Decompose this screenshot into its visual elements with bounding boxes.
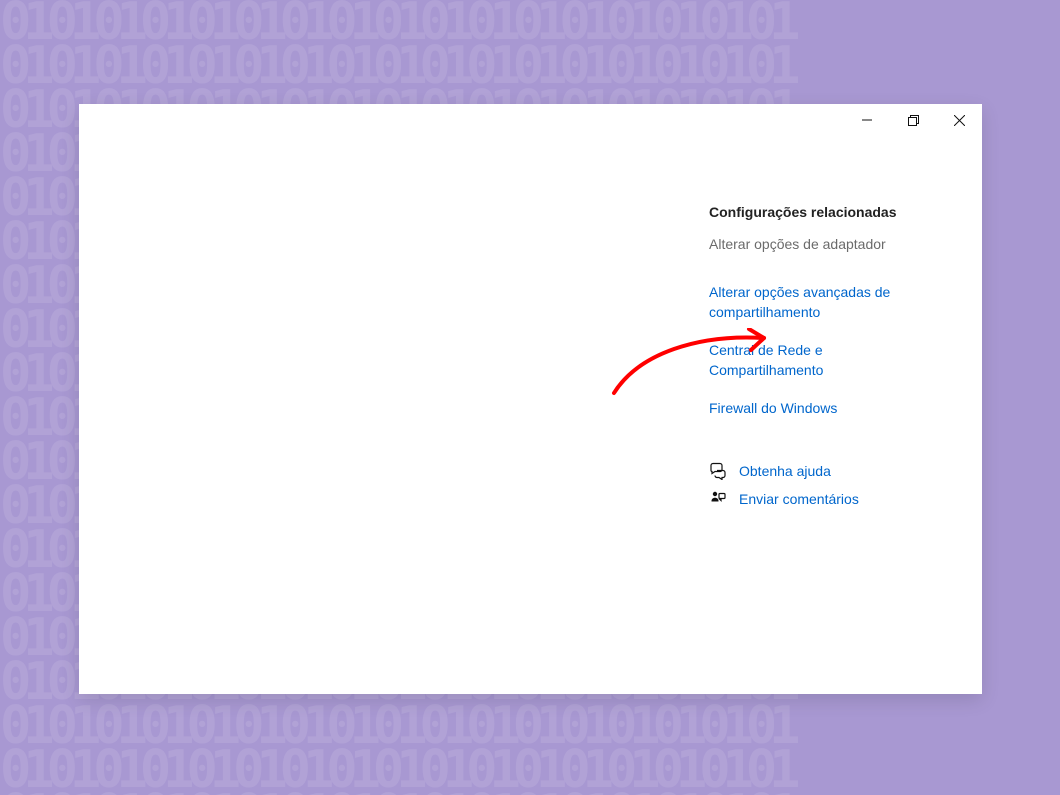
get-help-label: Obtenha ajuda — [739, 463, 831, 479]
link-windows-firewall[interactable]: Firewall do Windows — [709, 398, 934, 418]
link-advanced-sharing-options[interactable]: Alterar opções avançadas de compartilham… — [709, 282, 934, 322]
minimize-icon — [862, 115, 872, 125]
link-change-adapter-options[interactable]: Alterar opções de adaptador — [709, 234, 969, 254]
close-button[interactable] — [936, 105, 982, 135]
close-icon — [954, 115, 965, 126]
related-settings-heading: Configurações relacionadas — [709, 204, 969, 220]
send-feedback-row[interactable]: Enviar comentários — [709, 490, 969, 508]
maximize-icon — [908, 115, 919, 126]
send-feedback-label: Enviar comentários — [739, 491, 859, 507]
related-settings-panel: Configurações relacionadas Alterar opçõe… — [709, 204, 969, 518]
chat-help-icon — [709, 462, 727, 480]
maximize-button[interactable] — [890, 105, 936, 135]
get-help-row[interactable]: Obtenha ajuda — [709, 462, 969, 480]
link-network-and-sharing-center[interactable]: Central de Rede e Compartilhamento — [709, 340, 934, 380]
feedback-icon — [709, 490, 727, 508]
window-titlebar — [844, 104, 982, 136]
minimize-button[interactable] — [844, 105, 890, 135]
help-footer: Obtenha ajuda Enviar comentários — [709, 462, 969, 508]
settings-window: Configurações relacionadas Alterar opçõe… — [79, 104, 982, 694]
